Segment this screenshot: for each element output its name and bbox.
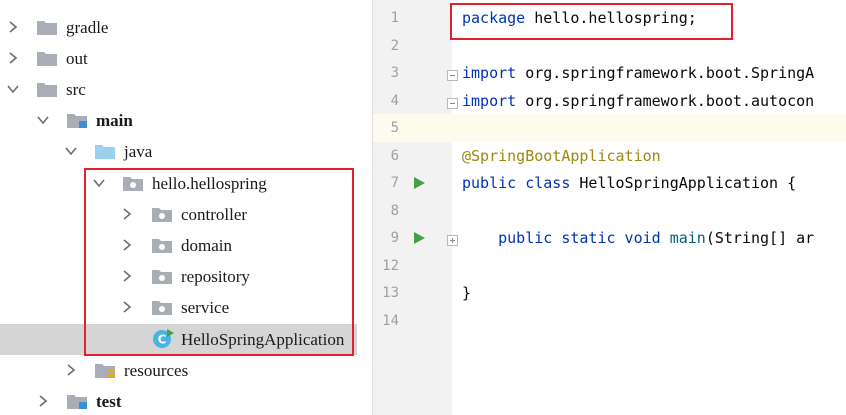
line-number: 13 xyxy=(382,285,399,301)
tree-item-main[interactable]: main xyxy=(0,105,357,136)
line-number: 14 xyxy=(382,313,399,329)
folder-icon xyxy=(36,18,58,36)
code-line-import-2: import org.springframework.boot.autocon xyxy=(462,92,815,110)
tree-item-label: test xyxy=(96,392,122,411)
line-number: 2 xyxy=(390,38,399,54)
current-line-highlight xyxy=(373,114,846,142)
line-number: 9 xyxy=(390,230,399,246)
folder-icon xyxy=(36,80,58,98)
line-number: 3 xyxy=(390,65,399,81)
code-line-closing-brace: } xyxy=(462,284,472,302)
module-folder-icon xyxy=(66,392,88,410)
fold-imports-end-icon[interactable] xyxy=(447,96,458,109)
tree-item-label: java xyxy=(124,142,153,161)
chevron-right-icon[interactable] xyxy=(36,394,50,408)
line-number: 6 xyxy=(390,148,399,164)
run-main-icon[interactable] xyxy=(412,231,426,245)
chevron-right-icon[interactable] xyxy=(64,363,78,377)
tree-item-label: gradle xyxy=(66,18,109,37)
line-number: 12 xyxy=(382,258,399,274)
folder-icon xyxy=(36,49,58,67)
code-line-class-decl: public class HelloSpringApplication { xyxy=(462,174,797,192)
chevron-down-icon[interactable] xyxy=(6,82,20,96)
line-number: 5 xyxy=(390,120,399,136)
code-line-import-1: import org.springframework.boot.SpringA xyxy=(462,64,815,82)
line-number: 7 xyxy=(390,175,399,191)
tree-item-gradle[interactable]: gradle xyxy=(0,12,357,43)
tree-item-java[interactable]: java xyxy=(0,136,357,167)
fold-imports-icon[interactable] xyxy=(447,68,458,81)
chevron-down-icon[interactable] xyxy=(64,144,78,158)
package-highlight-box xyxy=(84,168,354,356)
line-number: 1 xyxy=(390,10,399,26)
tree-item-label: resources xyxy=(124,361,189,380)
tree-item-resources[interactable]: resources xyxy=(0,355,357,386)
tree-item-src[interactable]: src xyxy=(0,74,357,105)
tree-item-out[interactable]: out xyxy=(0,43,357,74)
run-class-icon[interactable] xyxy=(412,176,426,190)
chevron-right-icon[interactable] xyxy=(6,51,20,65)
line-number: 8 xyxy=(390,203,399,219)
fold-method-icon[interactable] xyxy=(447,233,458,246)
chevron-right-icon[interactable] xyxy=(6,20,20,34)
chevron-down-icon[interactable] xyxy=(36,113,50,127)
tree-item-label: out xyxy=(66,49,88,68)
code-line-annotation: @SpringBootApplication xyxy=(462,147,661,165)
tree-item-test[interactable]: test xyxy=(0,386,357,415)
source-folder-icon xyxy=(94,142,116,160)
tree-item-label: main xyxy=(96,111,133,130)
package-statement-highlight-box xyxy=(450,3,733,40)
project-tree: gradle out src main java hello.hellospri… xyxy=(0,0,357,415)
resources-folder-icon xyxy=(94,361,116,379)
code-line-main-method: public static void main(String[] ar xyxy=(498,229,815,247)
tree-item-label: src xyxy=(66,80,86,99)
line-number: 4 xyxy=(390,93,399,109)
module-folder-icon xyxy=(66,111,88,129)
